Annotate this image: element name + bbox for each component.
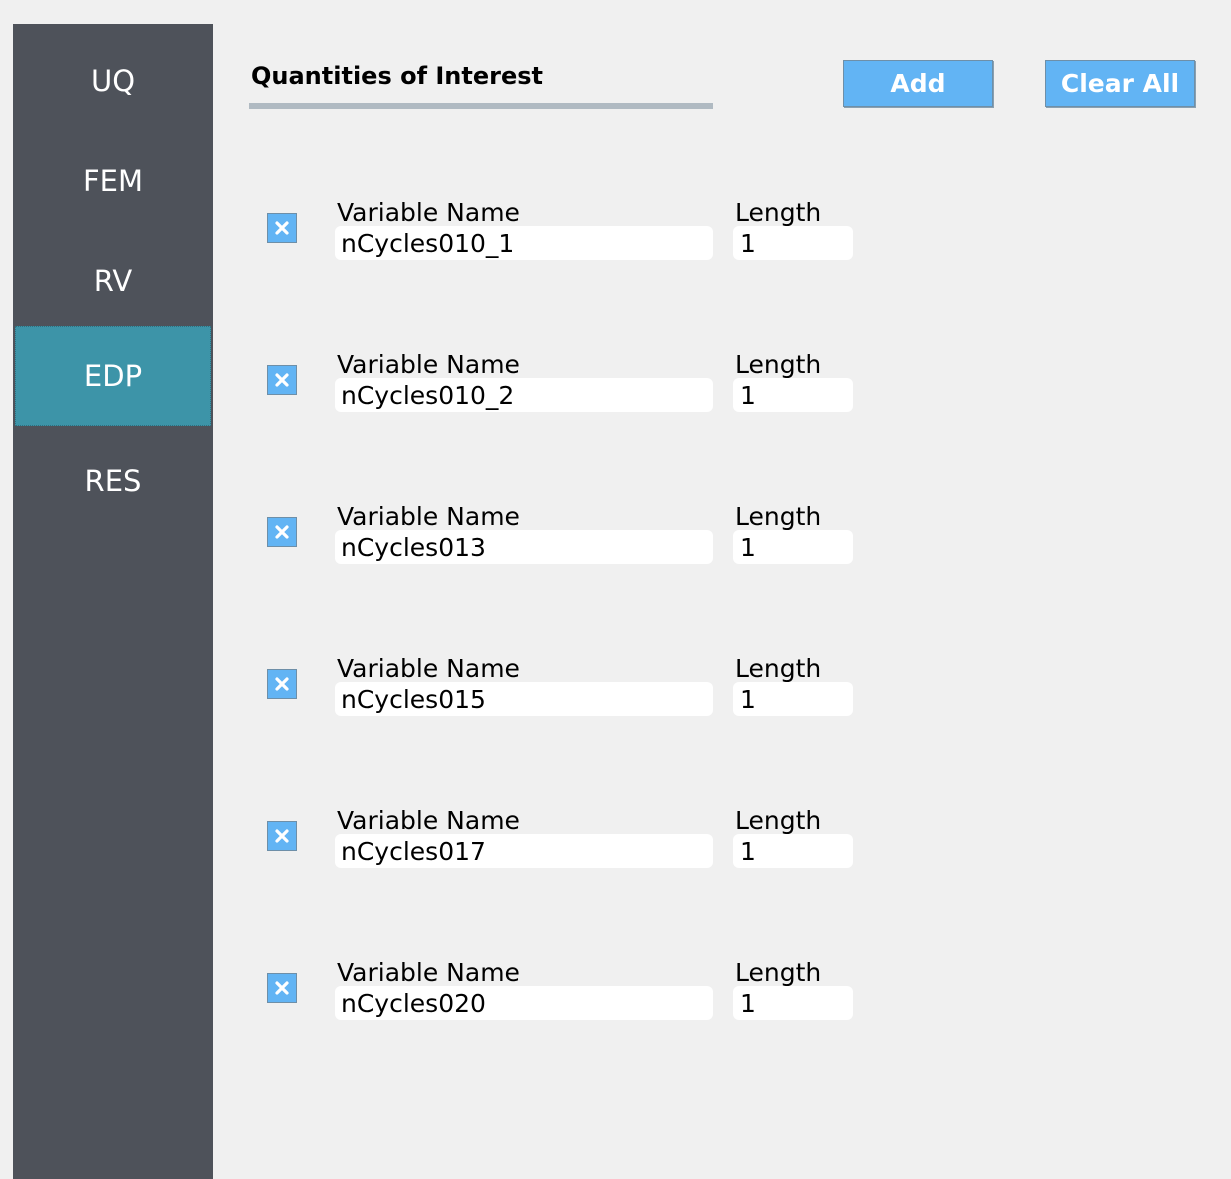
length-input[interactable]: 1 (733, 986, 853, 1020)
variable-name-input[interactable]: nCycles010_2 (335, 378, 713, 412)
quantity-row: Variable Name nCycles015 Length 1 (0, 654, 1231, 734)
length-label: Length (735, 654, 822, 683)
add-button[interactable]: Add (843, 60, 993, 107)
variable-name-input[interactable]: nCycles010_1 (335, 226, 713, 260)
length-label: Length (735, 806, 822, 835)
close-icon[interactable] (267, 517, 297, 547)
sidebar-item-label: UQ (90, 64, 136, 98)
variable-name-input[interactable]: nCycles020 (335, 986, 713, 1020)
length-input[interactable]: 1 (733, 378, 853, 412)
variable-name-label: Variable Name (337, 806, 520, 835)
variable-name-label: Variable Name (337, 958, 520, 987)
quantity-row: Variable Name nCycles017 Length 1 (0, 806, 1231, 886)
quantity-row: Variable Name nCycles013 Length 1 (0, 502, 1231, 582)
clear-all-button[interactable]: Clear All (1045, 60, 1195, 107)
page-title: Quantities of Interest (251, 62, 544, 90)
close-icon[interactable] (267, 365, 297, 395)
sidebar-item-label: FEM (82, 164, 144, 198)
quantity-row: Variable Name nCycles020 Length 1 (0, 958, 1231, 1038)
length-label: Length (735, 502, 822, 531)
quantity-row: Variable Name nCycles010_1 Length 1 (0, 198, 1231, 278)
length-label: Length (735, 198, 822, 227)
variable-name-label: Variable Name (337, 502, 520, 531)
length-input[interactable]: 1 (733, 682, 853, 716)
close-icon[interactable] (267, 213, 297, 243)
variable-name-input[interactable]: nCycles013 (335, 530, 713, 564)
sidebar-item-uq[interactable]: UQ (15, 32, 211, 130)
close-icon[interactable] (267, 973, 297, 1003)
length-input[interactable]: 1 (733, 530, 853, 564)
variable-name-label: Variable Name (337, 350, 520, 379)
length-input[interactable]: 1 (733, 834, 853, 868)
variable-name-input[interactable]: nCycles017 (335, 834, 713, 868)
close-icon[interactable] (267, 821, 297, 851)
variable-name-label: Variable Name (337, 198, 520, 227)
length-label: Length (735, 350, 822, 379)
length-input[interactable]: 1 (733, 226, 853, 260)
length-label: Length (735, 958, 822, 987)
variable-name-label: Variable Name (337, 654, 520, 683)
quantity-row: Variable Name nCycles010_2 Length 1 (0, 350, 1231, 430)
sidebar-item-label: RES (84, 464, 142, 498)
close-icon[interactable] (267, 669, 297, 699)
variable-name-input[interactable]: nCycles015 (335, 682, 713, 716)
title-underline (249, 103, 713, 109)
